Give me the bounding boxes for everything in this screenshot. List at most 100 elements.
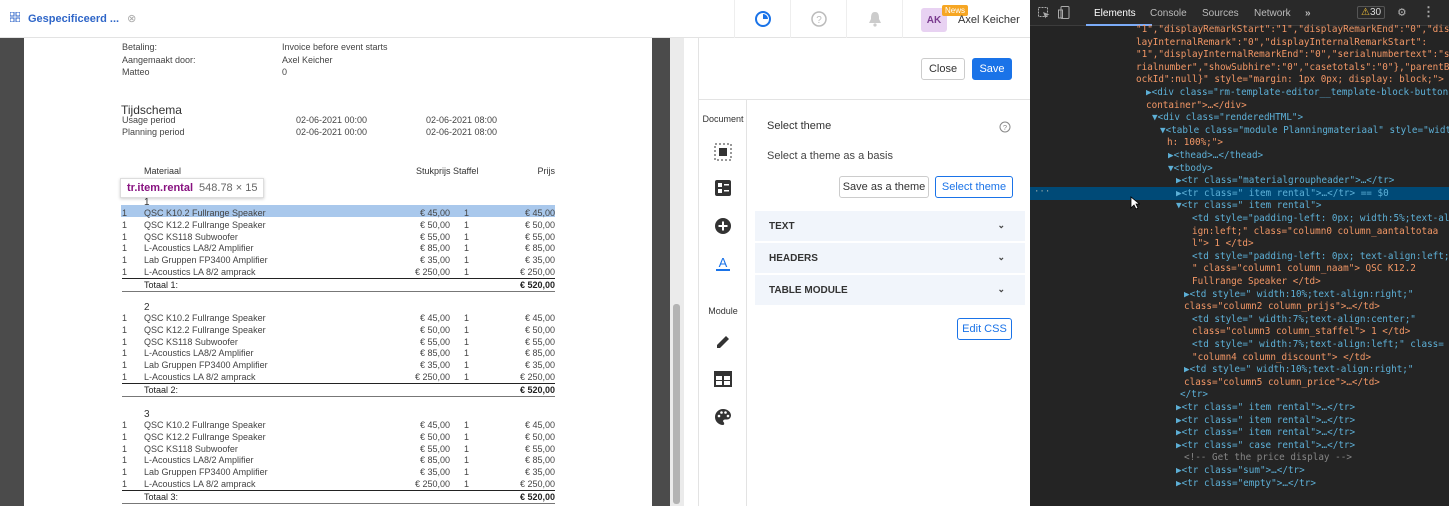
dom-tree-line[interactable]: <td style=" width:7%;text-align:center;" [1030, 313, 1449, 326]
dom-tree-line[interactable]: ▼<div class="renderedHTML"> [1030, 111, 1449, 124]
tooltip-selector: tr.item.rental [127, 182, 194, 194]
dom-tree-line[interactable]: <td style="padding-left: 0px; width:5%;t… [1030, 212, 1449, 225]
add-circle-icon[interactable] [711, 214, 735, 238]
palette-icon[interactable] [711, 405, 735, 429]
dom-tree-line[interactable]: class="column5 column_price">…</td> [1030, 376, 1449, 389]
dom-tree-line[interactable]: ▶<tr class=" item rental">…</tr> [1030, 414, 1449, 427]
dom-tree-line[interactable]: ▶<tr class="sum">…</tr> [1030, 464, 1449, 477]
select-theme-button[interactable]: Select theme [935, 176, 1013, 198]
row-unit-price: € 55,00 [419, 443, 450, 454]
dom-tree-line-text: ▶<tr class="materialgroupheader">…</tr> [1176, 175, 1395, 187]
row-qty: 1 [122, 267, 128, 277]
dom-tree-line-text: ▼<tr class=" item rental"> [1176, 200, 1322, 212]
help-icon[interactable]: ? [999, 120, 1011, 138]
dom-tree-line[interactable]: <td style=" width:7%;text-align:left;" c… [1030, 338, 1449, 351]
pencil-icon[interactable] [711, 330, 735, 354]
dom-tree-line[interactable]: ▼<table class="module Planningmateriaal"… [1030, 124, 1449, 137]
dom-tree-line[interactable]: h: 100%;"> [1030, 136, 1449, 149]
save-button[interactable]: Save [972, 58, 1012, 80]
warnings-counter[interactable]: ⚠30 [1357, 6, 1386, 19]
row-price: € 50,00 [524, 219, 555, 230]
dom-tree-line[interactable]: layInternalRemark":"0","displayInternalR… [1030, 36, 1449, 49]
row-qty: 1 [122, 231, 128, 242]
select-block-icon[interactable] [711, 140, 735, 164]
dom-tree-line[interactable]: ▼<tbody> [1030, 162, 1449, 175]
dom-tree-line[interactable]: class="column3 column_staffel"> 1 </td> [1030, 325, 1449, 338]
dom-tree-line[interactable]: ▶<tr class=" item rental">…</tr> == $0 [1030, 186, 1449, 200]
dom-tree-line-text: class="column5 column_price">…</td> [1184, 376, 1380, 388]
dom-tree-line-text: layInternalRemark":"0","displayInternalR… [1136, 36, 1428, 48]
dom-tree-line[interactable]: ▶<div class="rm-template-editor__templat… [1030, 86, 1449, 99]
text-format-icon[interactable]: A [711, 251, 735, 275]
dom-tree-line[interactable]: ▶<tr class=" item rental">…</tr> [1030, 401, 1449, 414]
dom-tree-line[interactable]: Fullrange Speaker </td> [1030, 275, 1449, 288]
dom-tree-line[interactable]: ▶<tr class="materialgroupheader">…</tr> [1030, 174, 1449, 187]
tab-network[interactable]: Network [1254, 8, 1291, 19]
dom-tree-line[interactable]: " class="column1 column_naam"> QSC K12.2 [1030, 262, 1449, 275]
more-options-icon[interactable]: ⋮ [1422, 5, 1435, 20]
dom-tree-line[interactable]: <td style="padding-left: 0px; text-align… [1030, 250, 1449, 263]
meta-value: Axel Keicher [282, 54, 333, 65]
section-table-module-label: TABLE MODULE [769, 284, 848, 296]
device-toolbar-icon[interactable] [1058, 6, 1070, 22]
close-circle-icon[interactable]: ⊗ [127, 12, 136, 25]
dom-tree-line[interactable]: class="column2 column_prijs">…</td> [1030, 300, 1449, 313]
dom-tree-line[interactable]: </tr> [1030, 388, 1449, 401]
dom-tree-line[interactable]: ockId":null}" style="margin: 1px 0px; di… [1030, 73, 1449, 86]
notifications-button[interactable] [846, 0, 902, 38]
group-total-label: Totaal 2: [144, 384, 179, 395]
dom-tree-line[interactable]: ▶<tr class="empty">…</tr> [1030, 477, 1449, 490]
section-headers-label: HEADERS [769, 252, 818, 264]
dom-tree-line[interactable]: ▶<td style=" width:10%;text-align:right;… [1030, 363, 1449, 376]
dom-tree-line[interactable]: "1","displayRemarkStart":"1","displayRem… [1030, 23, 1449, 36]
dom-tree-line[interactable]: "column4 column_discount"> </td> [1030, 351, 1449, 364]
dom-tree-line[interactable]: ▶<tr class=" item rental">…</tr> [1030, 426, 1449, 439]
dom-tree-line[interactable]: ▼<tr class=" item rental"> [1030, 199, 1449, 212]
row-unit-price: € 45,00 [419, 420, 450, 430]
user-name[interactable]: Axel Keicher [958, 14, 1020, 26]
edit-css-button[interactable]: Edit CSS [957, 318, 1012, 340]
layout-icon[interactable] [711, 176, 735, 200]
meta-label: Aangemaakt door: [122, 54, 196, 65]
dom-tree-line[interactable]: ▶<thead>…</thead> [1030, 149, 1449, 162]
table-icon[interactable] [711, 367, 735, 391]
dom-tree-line[interactable]: l"> 1 </td> [1030, 237, 1449, 250]
tab-elements[interactable]: Elements [1094, 8, 1136, 19]
dom-tree-line[interactable]: <!-- Get the price display --> [1030, 451, 1449, 464]
save-as-theme-button[interactable]: Save as a theme [839, 176, 929, 198]
dom-tree-line[interactable]: ▶<td style=" width:10%;text-align:right;… [1030, 288, 1449, 301]
dom-tree-line[interactable]: container">…</div> [1030, 99, 1449, 112]
row-price: € 45,00 [524, 313, 555, 323]
inspect-element-icon[interactable] [1038, 7, 1050, 22]
row-unit-price: € 55,00 [419, 231, 450, 242]
row-qty: 1 [122, 219, 128, 230]
tab-sources[interactable]: Sources [1202, 8, 1239, 19]
dom-tree-line[interactable]: ign:left;" class="column0 column_aantalt… [1030, 225, 1449, 238]
dom-tree-line[interactable]: ▶<tr class=" case rental">…</tr> [1030, 439, 1449, 452]
help-button[interactable]: ? [790, 0, 846, 38]
dom-tree-line[interactable]: rialnumber","showSubhire":"0","casetotal… [1030, 61, 1449, 74]
section-headers[interactable]: HEADERS ⌄ [755, 243, 1025, 273]
grid-icon[interactable] [9, 11, 21, 25]
dom-tree-line-text: ▶<tr class=" item rental">…</tr> [1176, 427, 1356, 439]
row-price: € 55,00 [524, 231, 555, 242]
preview-scrollbar[interactable] [670, 38, 684, 506]
document-title[interactable]: Gespecificeerd ... [28, 13, 119, 25]
dom-tree-line-text: <td style="padding-left: 0px; width:5%;t… [1192, 213, 1449, 224]
row-staffel: 1 [464, 208, 470, 218]
dom-tree-line[interactable]: "1","displayInternalRemarkEnd":"0","seri… [1030, 48, 1449, 61]
gear-icon[interactable]: ⚙ [1398, 5, 1406, 20]
dom-tree-line-text: class="column2 column_prijs">…</td> [1184, 301, 1380, 313]
section-text[interactable]: TEXT ⌄ [755, 211, 1025, 241]
row-qty: 1 [122, 360, 128, 371]
column-header-price: Prijs [537, 166, 556, 176]
section-table-module[interactable]: TABLE MODULE ⌄ [755, 275, 1025, 305]
dom-tree-line-text: ▶<div class="rm-template-editor__templat… [1146, 87, 1449, 98]
tab-console[interactable]: Console [1150, 8, 1187, 19]
scrollbar-thumb[interactable] [673, 304, 680, 504]
row-qty: 1 [122, 324, 128, 335]
close-button[interactable]: Close [921, 58, 965, 80]
meta-value: Invoice before event starts [282, 42, 388, 52]
timer-button[interactable] [734, 0, 790, 38]
more-tabs-button[interactable]: » [1305, 8, 1311, 19]
